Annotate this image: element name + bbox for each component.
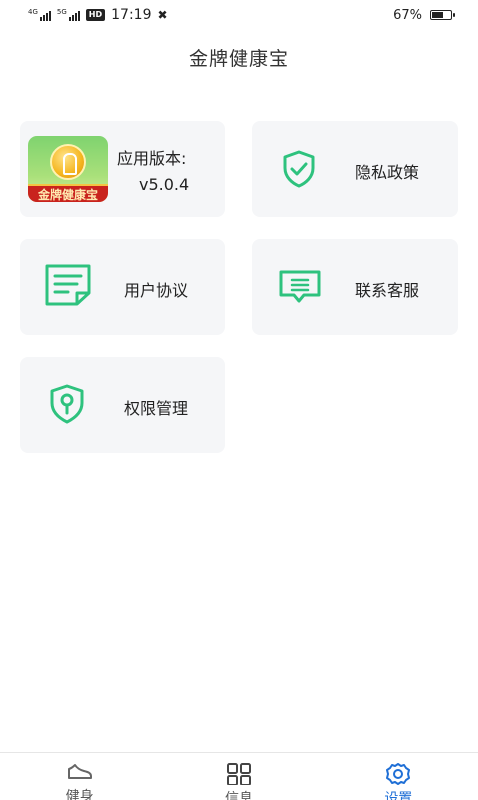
nav-item-fitness[interactable]: 健身 [20,753,140,800]
battery-fill [432,12,444,18]
app-logo: 金牌健康宝 [28,136,108,202]
shoe-icon [66,763,94,787]
contact-service-card[interactable]: 联系客服 [252,239,458,335]
status-left: 4G 5G HD 17:19 ✖ [28,7,168,23]
gear-icon [385,763,411,789]
app-version-value: v5.0.4 [139,174,190,194]
battery-icon [430,10,455,20]
bottom-nav: 健身 信息 设置 [0,752,478,800]
permissions-card[interactable]: 权限管理 [20,357,225,453]
privacy-policy-card[interactable]: 隐私政策 [252,121,458,217]
status-time: 17:19 [111,7,152,23]
nav-label-settings: 设置 [384,791,413,800]
tools-icon: ✖ [157,8,168,22]
status-right: 67% [393,7,455,23]
battery-percent: 67% [393,7,422,23]
signal-icon: 4G [28,9,51,21]
contact-service-label: 联系客服 [355,281,420,300]
document-icon [44,263,92,307]
nav-label-info: 信息 [224,791,253,800]
shield-key-icon [46,383,88,425]
signal-icon-2: 5G [57,9,80,21]
app-version-label: 应用版本: [117,148,187,168]
message-icon [278,269,322,305]
nav-item-info[interactable]: 信息 [179,753,299,800]
hd-badge: HD [85,9,106,21]
network-type-2: 5G [56,8,67,16]
network-type-1: 4G [28,8,38,16]
user-agreement-card[interactable]: 用户协议 [20,239,225,335]
app-logo-text: 金牌健康宝 [28,184,108,202]
nav-item-settings[interactable]: 设置 [338,753,458,800]
status-bar: 4G 5G HD 17:19 ✖ 67% [0,0,478,30]
nav-label-fitness: 健身 [65,789,94,800]
privacy-policy-label: 隐私政策 [355,163,420,182]
medal-icon [50,144,86,180]
grid-icon [225,763,253,789]
user-agreement-label: 用户协议 [124,281,189,300]
page-title: 金牌健康宝 [188,48,289,70]
app-version-card[interactable]: 金牌健康宝 应用版本: v5.0.4 [20,121,225,217]
permissions-label: 权限管理 [124,399,189,418]
shield-check-icon [279,149,319,189]
